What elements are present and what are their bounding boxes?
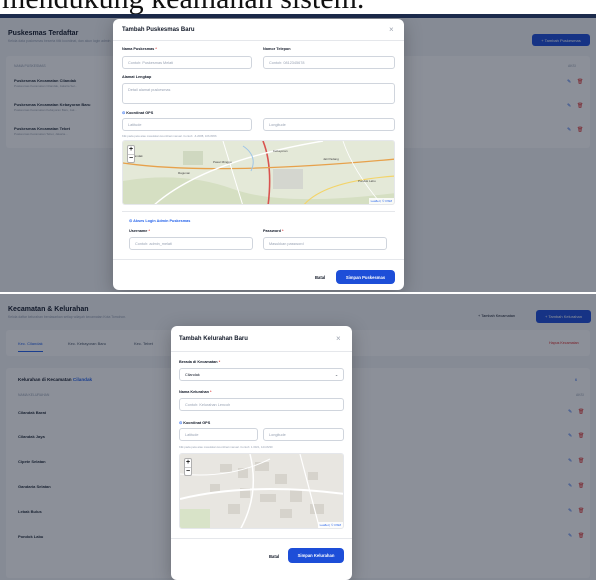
- map-label: Kebayoran: [273, 149, 288, 153]
- kecamatan-label: Berada di Kecamatan *: [179, 360, 221, 364]
- pin-icon: ⊙: [122, 111, 126, 115]
- add-puskesmas-modal: Tambah Puskesmas Baru × Nama Puskesmas *…: [113, 19, 404, 290]
- gps-label: ⊙ Koordinat GPS: [122, 111, 154, 115]
- zoom-in-button[interactable]: +: [185, 459, 191, 467]
- map-view[interactable]: Cilandak Pasar Minggu Kebayoran Ragunan …: [122, 140, 395, 205]
- kelurahan-name-input[interactable]: Contoh: Kelurahan Lencoh: [179, 398, 344, 411]
- kelurahan-name-label: Nama Kelurahan *: [179, 390, 212, 394]
- map-attribution[interactable]: Leaflet | © OSM: [317, 522, 343, 528]
- phone-input[interactable]: Contoh: 0812345678: [263, 56, 395, 69]
- gps-label: ⊙ Koordinat GPS: [179, 421, 211, 425]
- map-attribution[interactable]: Leaflet | © OSM: [368, 198, 394, 204]
- puskesmas-name-input[interactable]: Contoh: Puskesmas Melati: [122, 56, 252, 69]
- longitude-input[interactable]: Longitude: [263, 428, 344, 441]
- kecamatan-select[interactable]: Cilandak ⌄: [179, 368, 344, 381]
- latitude-input[interactable]: Latitude: [122, 118, 252, 131]
- cancel-button[interactable]: Batal: [315, 275, 325, 280]
- document-caption: mendukung keamanan sistem.: [0, 0, 596, 14]
- phone-label: Nomor Telepon: [263, 47, 291, 51]
- zoom-in-button[interactable]: +: [128, 146, 134, 154]
- lock-icon: ⊙: [129, 219, 133, 223]
- login-section-title: ⊙ Akses Login Admin Puskesmas: [129, 219, 191, 223]
- map-zoom-control: + −: [127, 145, 135, 163]
- map-label: Jati Padang: [323, 157, 339, 161]
- close-icon[interactable]: ×: [336, 335, 341, 343]
- save-kelurahan-button[interactable]: Simpan Kelurahan: [288, 548, 344, 563]
- screenshot-kelurahan: Kecamatan & Kelurahan Kelola daftar kelu…: [0, 292, 596, 580]
- address-textarea[interactable]: Detail alamat puskesmas: [122, 83, 395, 104]
- password-label: Password *: [263, 229, 284, 233]
- map-view[interactable]: + − Leaflet | © OSM: [179, 453, 344, 529]
- screenshot-puskesmas: Manajemen Data Puskesmas Puskesmas Terda…: [0, 0, 596, 292]
- map-tiles: [180, 454, 343, 528]
- gps-hint: Klik pada peta atau masukkan koordinat m…: [179, 445, 273, 449]
- cancel-button[interactable]: Batal: [269, 554, 279, 559]
- map-label: Ragunan: [178, 171, 191, 175]
- close-icon[interactable]: ×: [389, 26, 394, 34]
- caption-text: mendukung keamanan sistem.: [2, 0, 364, 14]
- map-tiles: [123, 141, 394, 204]
- pin-icon: ⊙: [179, 421, 183, 425]
- latitude-input[interactable]: Latitude: [179, 428, 258, 441]
- address-label: Alamat Lengkap: [122, 75, 152, 79]
- name-label: Nama Puskesmas *: [122, 47, 157, 51]
- zoom-out-button[interactable]: −: [128, 154, 134, 162]
- gps-hint: Klik pada peta atau masukkan koordinat m…: [122, 134, 217, 138]
- modal-title: Tambah Puskesmas Baru: [122, 27, 195, 33]
- save-puskesmas-button[interactable]: Simpan Puskesmas: [336, 270, 395, 284]
- map-zoom-control: + −: [184, 458, 192, 476]
- map-label: Pondok Labu: [358, 179, 376, 183]
- map-label: Pasar Minggu: [213, 160, 232, 164]
- longitude-input[interactable]: Longitude: [263, 118, 395, 131]
- username-label: Username *: [129, 229, 150, 233]
- zoom-out-button[interactable]: −: [185, 467, 191, 475]
- password-input[interactable]: Masukkan password: [263, 237, 387, 250]
- add-kelurahan-modal: Tambah Kelurahan Baru × Berada di Kecama…: [171, 326, 352, 580]
- chevron-down-icon: ⌄: [334, 373, 338, 377]
- username-input[interactable]: Contoh: admin_melati: [129, 237, 253, 250]
- modal-title: Tambah Kelurahan Baru: [179, 336, 248, 342]
